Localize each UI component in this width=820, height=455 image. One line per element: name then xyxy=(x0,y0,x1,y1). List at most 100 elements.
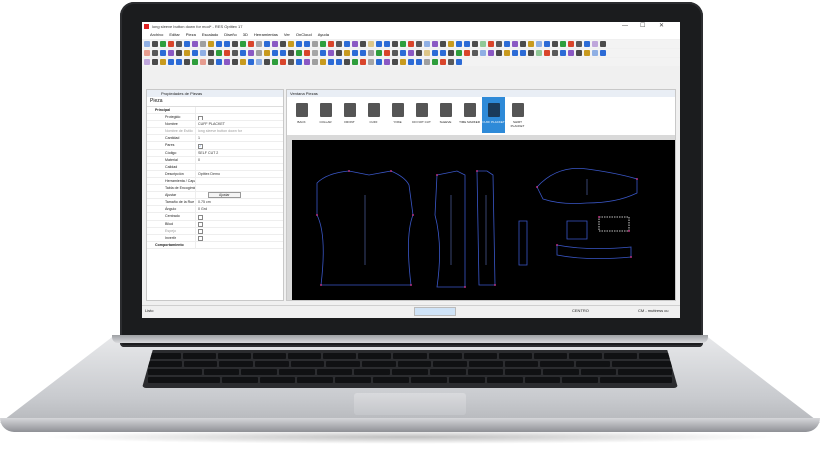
toolbar-tool-icon[interactable] xyxy=(488,41,494,47)
toolbar-tool-icon[interactable] xyxy=(368,59,374,65)
property-value[interactable] xyxy=(195,220,283,227)
work-canvas[interactable] xyxy=(287,135,675,300)
toolbar-tool-icon[interactable] xyxy=(504,41,510,47)
property-row[interactable]: Espejo xyxy=(147,227,283,235)
toolbar-tool-icon[interactable] xyxy=(448,59,454,65)
toolbar-tool-icon[interactable] xyxy=(416,59,422,65)
minimize-button[interactable]: — xyxy=(622,22,628,31)
property-row[interactable]: Material 0 xyxy=(147,156,283,164)
toolbar-tool-icon[interactable] xyxy=(560,50,566,56)
toolbar-tool-icon[interactable] xyxy=(504,50,510,56)
toolbar-tool-icon[interactable] xyxy=(592,41,598,47)
menu-ver[interactable]: Ver xyxy=(284,31,290,39)
toolbar-tool-icon[interactable] xyxy=(240,41,246,47)
toolbar-tool-icon[interactable] xyxy=(152,59,158,65)
toolbar-tool-icon[interactable] xyxy=(176,41,182,47)
toolbar-tool-icon[interactable] xyxy=(568,41,574,47)
toolbar-tool-icon[interactable] xyxy=(200,50,206,56)
toolbar-tool-icon[interactable] xyxy=(448,41,454,47)
toolbar-tool-icon[interactable] xyxy=(528,50,534,56)
menu-editar[interactable]: Editar xyxy=(169,31,179,39)
property-row[interactable]: Bilud xyxy=(147,220,283,228)
toolbar-tool-icon[interactable] xyxy=(600,50,606,56)
close-button[interactable]: ✕ xyxy=(659,22,664,31)
toolbar-tool-icon[interactable] xyxy=(528,41,534,47)
toolbar-tool-icon[interactable] xyxy=(472,41,478,47)
toolbar-tool-icon[interactable] xyxy=(160,59,166,65)
property-row[interactable]: Protegido xyxy=(147,114,283,122)
toolbar-tool-icon[interactable] xyxy=(472,50,478,56)
property-row[interactable]: Código SELF CUT 2 xyxy=(147,149,283,157)
toolbar-tool-icon[interactable] xyxy=(424,59,430,65)
toolbar-tool-icon[interactable] xyxy=(336,41,342,47)
toolbar-tool-icon[interactable] xyxy=(408,41,414,47)
toolbar-tool-icon[interactable] xyxy=(376,50,382,56)
toolbar-tool-icon[interactable] xyxy=(560,41,566,47)
toolbar-tool-icon[interactable] xyxy=(304,59,310,65)
toolbar-tool-icon[interactable] xyxy=(416,50,422,56)
property-value[interactable] xyxy=(195,213,283,220)
toolbar-tool-icon[interactable] xyxy=(424,41,430,47)
toolbar-tool-icon[interactable] xyxy=(512,41,518,47)
toolbar-tool-icon[interactable] xyxy=(344,59,350,65)
property-row[interactable]: Invertir xyxy=(147,234,283,242)
menu-diseno[interactable]: Diseño xyxy=(224,31,236,39)
toolbar-tool-icon[interactable] xyxy=(328,59,334,65)
toolbar-tool-icon[interactable] xyxy=(464,50,470,56)
toolbar-tool-icon[interactable] xyxy=(600,41,606,47)
toolbar-tool-icon[interactable] xyxy=(416,41,422,47)
property-checkbox[interactable]: ✓ xyxy=(198,143,203,149)
toolbar-tool-icon[interactable] xyxy=(264,59,270,65)
piece-thumbnail[interactable]: YOKE xyxy=(386,97,409,133)
toolbar-tool-icon[interactable] xyxy=(568,50,574,56)
toolbar-tool-icon[interactable] xyxy=(488,50,494,56)
toolbar-tool-icon[interactable] xyxy=(280,59,286,65)
toolbar-tool-icon[interactable] xyxy=(248,41,254,47)
toolbar-tool-icon[interactable] xyxy=(408,50,414,56)
toolbar-tool-icon[interactable] xyxy=(264,41,270,47)
toolbar-tool-icon[interactable] xyxy=(440,41,446,47)
toolbar-tool-icon[interactable] xyxy=(480,41,486,47)
menu-pieza[interactable]: Pieza xyxy=(186,31,196,39)
toolbar-tool-icon[interactable] xyxy=(440,50,446,56)
toolbar-tool-icon[interactable] xyxy=(368,41,374,47)
property-row[interactable]: Descripción Optitex Demo xyxy=(147,170,283,178)
toolbar-tool-icon[interactable] xyxy=(352,41,358,47)
toolbar-tool-icon[interactable] xyxy=(400,41,406,47)
property-row[interactable]: Herramienta / Capa xyxy=(147,177,283,186)
toolbar-tool-icon[interactable] xyxy=(144,41,150,47)
toolbar-tool-icon[interactable] xyxy=(536,41,542,47)
toolbar-tool-icon[interactable] xyxy=(544,41,550,47)
toolbar-tool-icon[interactable] xyxy=(296,59,302,65)
toolbar-tool-icon[interactable] xyxy=(144,59,150,65)
property-value[interactable] xyxy=(195,234,283,241)
toolbar-tool-icon[interactable] xyxy=(552,50,558,56)
toolbar-tool-icon[interactable] xyxy=(272,50,278,56)
toolbar-tool-icon[interactable] xyxy=(256,59,262,65)
toolbar-tool-icon[interactable] xyxy=(480,50,486,56)
toolbar-tool-icon[interactable] xyxy=(312,59,318,65)
property-row[interactable]: Principal xyxy=(147,107,283,115)
property-checkbox[interactable] xyxy=(198,229,203,234)
toolbar-tool-icon[interactable] xyxy=(424,50,430,56)
property-row[interactable]: Centrado xyxy=(147,213,283,221)
toolbar-tool-icon[interactable] xyxy=(296,50,302,56)
property-value[interactable]: Ajustar xyxy=(195,192,283,199)
toolbar-tool-icon[interactable] xyxy=(592,50,598,56)
menu-escalado[interactable]: Escalado xyxy=(202,31,218,39)
toolbar-tool-icon[interactable] xyxy=(288,41,294,47)
property-checkbox[interactable] xyxy=(198,115,203,121)
toolbar-tool-icon[interactable] xyxy=(176,50,182,56)
toolbar-tool-icon[interactable] xyxy=(576,41,582,47)
property-value[interactable] xyxy=(195,114,283,121)
toolbar-tool-icon[interactable] xyxy=(456,41,462,47)
piece-thumbnail[interactable]: CUFF PLACKET xyxy=(482,97,505,133)
ajustar-button[interactable]: Ajustar xyxy=(208,192,241,199)
toolbar-tool-icon[interactable] xyxy=(152,50,158,56)
toolbar-tool-icon[interactable] xyxy=(512,50,518,56)
menu-archivo[interactable]: Archivo xyxy=(150,31,163,39)
toolbar-tool-icon[interactable] xyxy=(520,41,526,47)
property-value[interactable]: ✓ xyxy=(195,142,283,149)
piece-thumbnail[interactable]: COLLAR xyxy=(314,97,337,133)
toolbar-tool-icon[interactable] xyxy=(328,50,334,56)
